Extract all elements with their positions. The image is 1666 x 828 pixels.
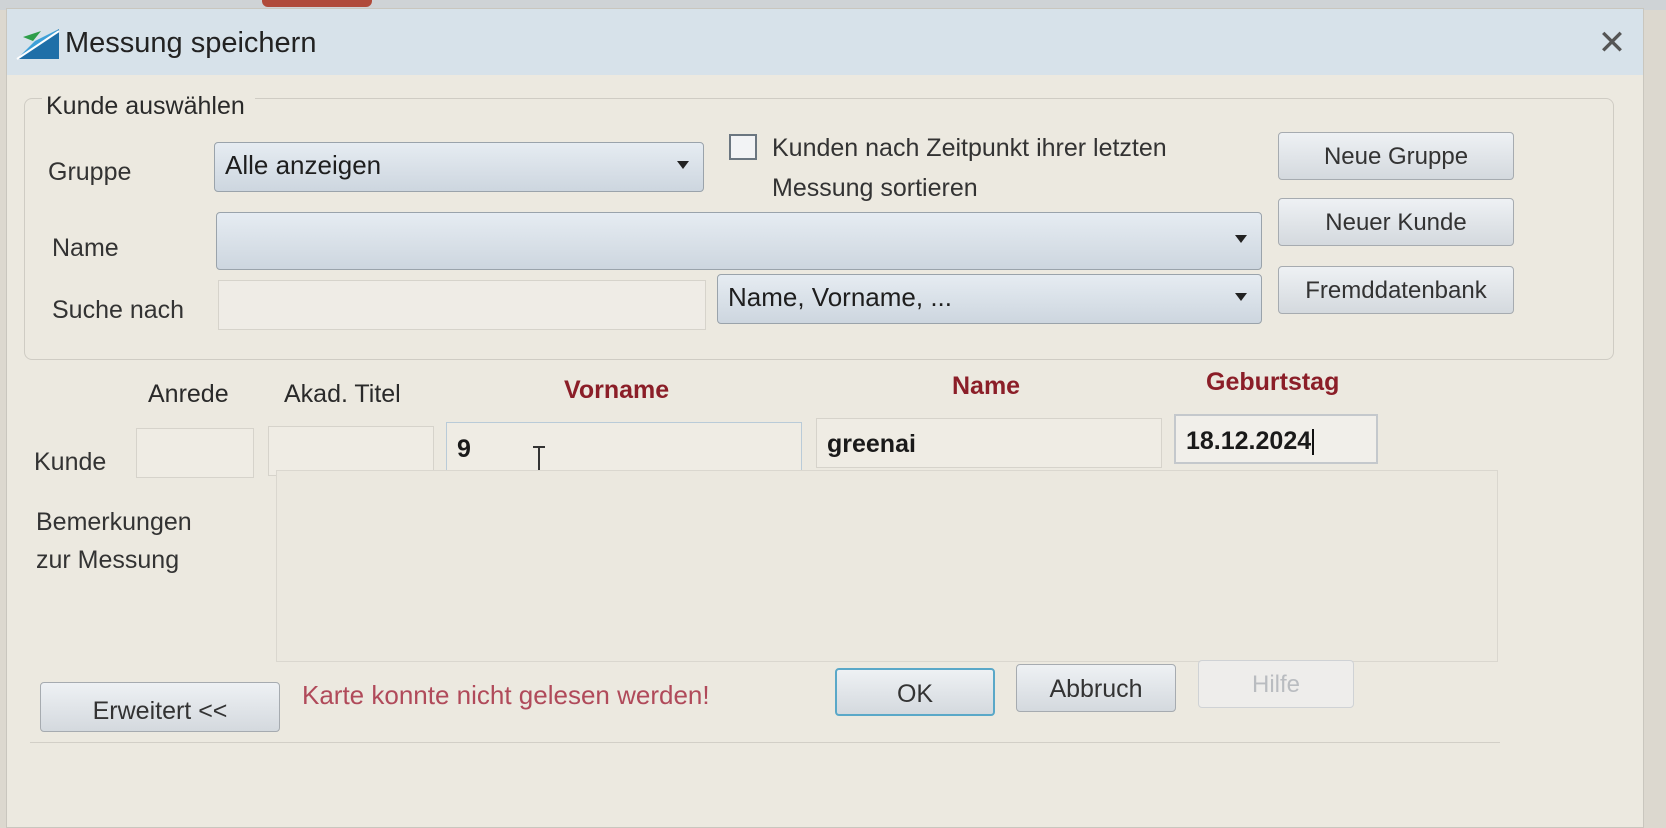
suche-input[interactable] xyxy=(218,280,706,330)
neuer-kunde-button[interactable]: Neuer Kunde xyxy=(1278,198,1514,246)
akad-titel-input[interactable] xyxy=(268,426,434,476)
anrede-input[interactable] xyxy=(136,428,254,478)
bemerkungen-textarea[interactable] xyxy=(276,470,1498,662)
header-anrede: Anrede xyxy=(148,380,229,408)
header-geburtstag: Geburtstag xyxy=(1206,368,1340,396)
group-legend: Kunde auswählen xyxy=(42,92,255,121)
status-message: Karte konnte nicht gelesen werden! xyxy=(302,680,710,710)
gruppe-value: Alle anzeigen xyxy=(225,150,382,180)
name-input[interactable]: greenai xyxy=(816,418,1162,468)
geburtstag-input[interactable]: 18.12.2024 xyxy=(1174,414,1378,464)
chevron-down-icon xyxy=(677,161,689,169)
sort-checkbox[interactable] xyxy=(729,134,757,160)
window-title: Messung speichern xyxy=(65,27,317,59)
vorname-value: 9 xyxy=(457,435,471,463)
text-caret xyxy=(1312,429,1315,456)
header-name: Name xyxy=(952,372,1021,400)
name-dropdown[interactable] xyxy=(216,212,1262,270)
details-separator xyxy=(30,742,1500,743)
ok-button[interactable]: OK xyxy=(835,668,995,716)
header-vorname: Vorname xyxy=(564,376,670,404)
name-label: Name xyxy=(52,234,119,262)
gruppe-dropdown[interactable]: Alle anzeigen xyxy=(214,142,704,192)
chevron-down-icon xyxy=(1235,293,1247,301)
bemerkungen-label-line2: zur Messung xyxy=(36,546,180,574)
sort-label-line2: Messung sortieren xyxy=(772,174,978,202)
neue-gruppe-button[interactable]: Neue Gruppe xyxy=(1278,132,1514,180)
app-logo-icon xyxy=(16,29,60,60)
geburtstag-value: 18.12.2024 xyxy=(1186,427,1312,455)
abbruch-button[interactable]: Abbruch xyxy=(1016,664,1176,712)
erweitert-button[interactable]: Erweitert << xyxy=(40,682,280,732)
sort-label-line1: Kunden nach Zeitpunkt ihrer letzten xyxy=(772,134,1167,162)
suchkriterium-dropdown[interactable]: Name, Vorname, ... xyxy=(717,274,1262,324)
hilfe-button[interactable]: Hilfe xyxy=(1198,660,1354,708)
gruppe-label: Gruppe xyxy=(48,158,132,186)
kunde-label: Kunde xyxy=(34,448,107,476)
header-akad-titel: Akad. Titel xyxy=(284,380,401,408)
name-value: greenai xyxy=(827,430,916,458)
bemerkungen-label-line1: Bemerkungen xyxy=(36,508,192,536)
background-tab xyxy=(262,0,372,7)
close-icon[interactable]: ✕ xyxy=(1592,23,1632,63)
suche-label: Suche nach xyxy=(52,296,185,324)
fremddatenbank-button[interactable]: Fremddatenbank xyxy=(1278,266,1514,314)
chevron-down-icon xyxy=(1235,235,1247,243)
suchkriterium-value: Name, Vorname, ... xyxy=(728,282,952,312)
vorname-input[interactable]: 9 xyxy=(446,422,802,474)
title-bar[interactable]: Messung speichern ✕ xyxy=(7,9,1643,75)
